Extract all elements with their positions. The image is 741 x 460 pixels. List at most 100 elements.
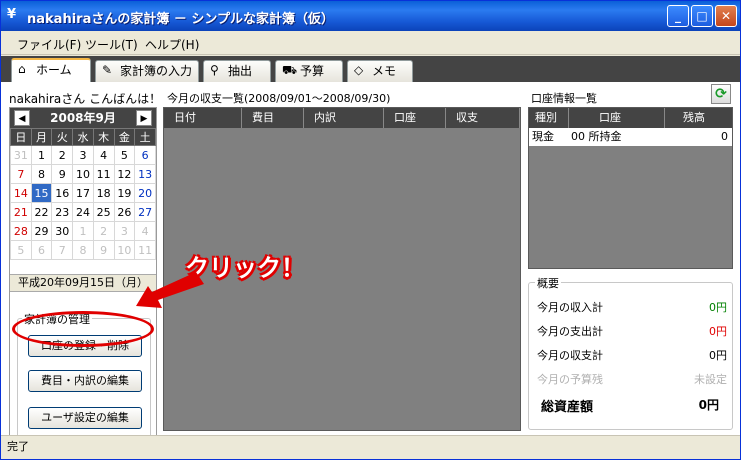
calendar-day[interactable]: 28	[10, 221, 32, 241]
calendar-day[interactable]: 18	[92, 183, 115, 203]
calendar-day[interactable]: 26	[113, 202, 136, 222]
column-date[interactable]: 日付	[164, 108, 242, 128]
calendar-day[interactable]: 22	[30, 202, 53, 222]
summary-label: 今月の収支計	[537, 349, 603, 362]
grid-header: 種別 口座 残高	[529, 108, 732, 128]
calendar-day[interactable]: 29	[30, 221, 53, 241]
calendar-day[interactable]: 21	[10, 202, 32, 222]
table-row[interactable]: 現金 00 所持金 0	[529, 128, 732, 146]
column-type[interactable]: 種別	[529, 108, 569, 128]
calendar-day[interactable]: 8	[72, 240, 94, 260]
account-name: 00 所持金	[571, 130, 622, 143]
summary-label: 今月の予算残	[537, 373, 603, 386]
tab-memo[interactable]: ◇ メモ	[347, 60, 413, 82]
calendar-day[interactable]: 17	[72, 183, 94, 203]
transactions-label: 今月の収支一覧(2008/09/01～2008/09/30)	[167, 92, 391, 105]
column-category[interactable]: 費目	[242, 108, 304, 128]
calendar-day[interactable]: 7	[51, 240, 74, 260]
summary-title: 概要	[535, 275, 561, 291]
title-bar[interactable]: ¥ nakahiraさんの家計簿 － シンプルな家計簿（仮） _ □ ✕	[1, 1, 740, 31]
calendar-day[interactable]: 11	[134, 240, 156, 260]
tab-input[interactable]: ✎ 家計簿の入力	[95, 60, 199, 82]
calendar-day[interactable]: 20	[134, 183, 156, 203]
tab-label: メモ	[372, 64, 397, 78]
calendar-day[interactable]: 30	[51, 221, 74, 241]
summary-row: 今月の支出計 0円	[537, 323, 727, 341]
calendar-day[interactable]: 10	[72, 164, 94, 184]
calendar-day[interactable]: 8	[30, 164, 53, 184]
budget-value: 未設定	[694, 373, 727, 386]
tab-extract[interactable]: ⚲ 抽出	[203, 60, 271, 82]
close-button[interactable]: ✕	[715, 5, 737, 27]
weekday-header: 木	[92, 128, 115, 146]
menu-tools[interactable]: ツール(T)	[85, 36, 138, 53]
summary-row: 今月の予算残 未設定	[537, 371, 727, 389]
edit-categories-button[interactable]: 費目・内訳の編集	[28, 370, 142, 392]
tab-home[interactable]: ⌂ ホーム	[11, 58, 91, 82]
tab-budget[interactable]: ⛟ 予算	[275, 60, 343, 82]
calendar-day[interactable]: 24	[72, 202, 94, 222]
summary-label: 今月の収入計	[537, 301, 603, 314]
menu-bar: ファイル(F) ツール(T) ヘルプ(H)	[1, 31, 740, 55]
accounts-grid[interactable]: 種別 口座 残高 現金 00 所持金 0	[528, 107, 733, 269]
calendar-day[interactable]: 5	[113, 145, 136, 165]
calendar-day[interactable]: 4	[92, 145, 115, 165]
refresh-icon[interactable]: ⟳	[711, 84, 731, 104]
calendar-day[interactable]: 12	[113, 164, 136, 184]
column-amount[interactable]: 収支	[446, 108, 520, 128]
weekday-header: 日	[10, 128, 32, 146]
accounts-label: 口座情報一覧	[531, 92, 597, 105]
home-icon: ⌂	[18, 62, 26, 76]
calendar-day[interactable]: 11	[92, 164, 115, 184]
account-type: 現金	[532, 130, 554, 143]
calendar-day[interactable]: 1	[72, 221, 94, 241]
calendar-day[interactable]: 5	[10, 240, 32, 260]
calendar-day[interactable]: 9	[92, 240, 115, 260]
prev-month-icon[interactable]: ◀	[14, 110, 30, 126]
summary-label: 今月の支出計	[537, 325, 603, 338]
summary-row: 今月の収支計 0円	[537, 347, 727, 365]
tab-label: ホーム	[36, 63, 72, 77]
column-account[interactable]: 口座	[384, 108, 446, 128]
calendar-day[interactable]: 25	[92, 202, 115, 222]
calendar-day[interactable]: 6	[134, 145, 156, 165]
total-assets: 総資産額 0円	[541, 396, 719, 415]
total-value: 0円	[698, 398, 719, 412]
calendar-header: ◀ 2008年9月 ▶	[10, 108, 156, 128]
minimize-button[interactable]: _	[667, 5, 689, 27]
calendar-day[interactable]: 7	[10, 164, 32, 184]
calendar-day[interactable]: 2	[51, 145, 74, 165]
calendar-day[interactable]: 4	[134, 221, 156, 241]
calendar-day[interactable]: 10	[113, 240, 136, 260]
tab-label: 予算	[300, 64, 325, 78]
column-balance[interactable]: 残高	[665, 108, 732, 128]
arrow-icon	[136, 272, 204, 308]
expense-value: 0円	[709, 325, 727, 338]
column-detail[interactable]: 内訳	[304, 108, 384, 128]
summary-row: 今月の収入計 0円	[537, 299, 727, 317]
menu-file[interactable]: ファイル(F)	[17, 36, 81, 53]
calendar-day[interactable]: 23	[51, 202, 74, 222]
maximize-button[interactable]: □	[691, 5, 713, 27]
total-label: 総資産額	[541, 400, 594, 415]
greeting-text: nakahiraさん こんばんは！	[9, 92, 162, 106]
menu-help[interactable]: ヘルプ(H)	[145, 36, 199, 53]
calendar-day[interactable]: 9	[51, 164, 74, 184]
calendar-day[interactable]: 19	[113, 183, 136, 203]
calendar-day-selected[interactable]: 15	[30, 183, 53, 203]
next-month-icon[interactable]: ▶	[136, 110, 152, 126]
calendar-day[interactable]: 31	[10, 145, 32, 165]
calendar-day[interactable]: 3	[72, 145, 94, 165]
calendar-day[interactable]: 3	[113, 221, 136, 241]
calendar-day[interactable]: 2	[92, 221, 115, 241]
summary-group: 概要 今月の収入計 0円 今月の支出計 0円 今月の収支計 0円 今月の予算残 …	[528, 275, 733, 430]
calendar-day[interactable]: 27	[134, 202, 156, 222]
edit-user-settings-button[interactable]: ユーザ設定の編集	[28, 407, 142, 429]
calendar-day[interactable]: 14	[10, 183, 32, 203]
calendar-day[interactable]: 6	[30, 240, 53, 260]
calendar-day[interactable]: 13	[134, 164, 156, 184]
calendar-day[interactable]: 16	[51, 183, 74, 203]
calendar-day[interactable]: 1	[30, 145, 53, 165]
column-account[interactable]: 口座	[569, 108, 665, 128]
month-label: 2008年9月	[50, 111, 116, 125]
